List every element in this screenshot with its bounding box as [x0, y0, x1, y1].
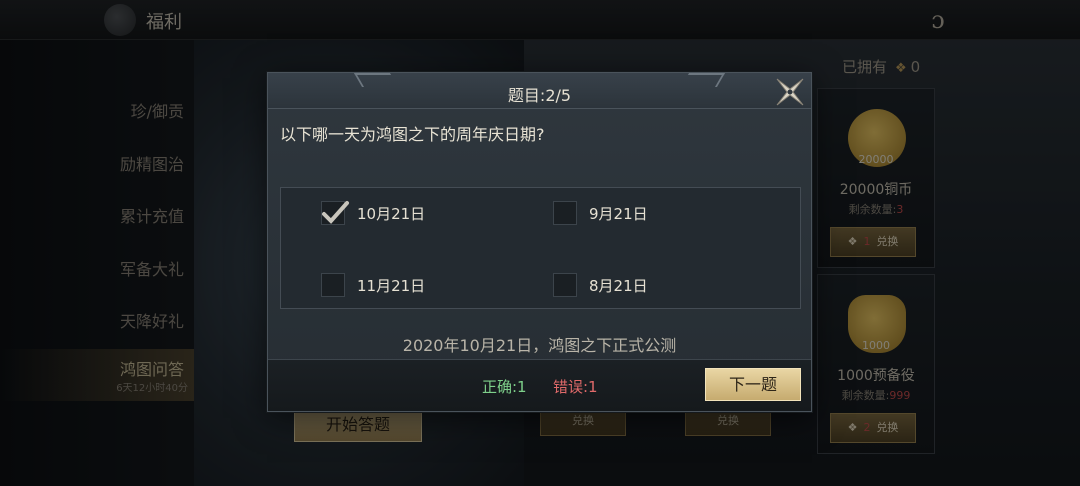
checkbox[interactable]: [321, 273, 345, 297]
options-panel: 10月21日 9月21日 11月21日 8月21日: [280, 187, 801, 309]
answer-option[interactable]: 11月21日: [321, 272, 425, 298]
answer-option[interactable]: 8月21日: [553, 272, 648, 298]
question-text: 以下哪一天为鸿图之下的周年庆日期?: [280, 125, 545, 144]
option-label: 9月21日: [589, 204, 648, 223]
answer-explanation: 2020年10月21日，鸿图之下正式公测: [402, 336, 677, 355]
dialog-footer: 正确:1 错误:1 下一题: [268, 359, 811, 411]
checkbox[interactable]: [553, 201, 577, 225]
wrong-count: 错误:1: [553, 378, 598, 396]
checkmark-icon: [322, 201, 349, 224]
checkbox[interactable]: [553, 273, 577, 297]
answer-option[interactable]: 9月21日: [553, 200, 648, 226]
correct-count: 正确:1: [482, 378, 527, 396]
dialog-header: 题目:2/5: [268, 73, 811, 109]
answer-option[interactable]: 10月21日: [321, 200, 425, 226]
next-question-button[interactable]: 下一题: [705, 368, 801, 401]
option-label: 8月21日: [589, 276, 648, 295]
quiz-dialog: 题目:2/5 以下哪一天为鸿图之下的周年庆日期? 10月21日 9月21日 11…: [267, 72, 812, 412]
option-label: 10月21日: [357, 204, 426, 223]
option-label: 11月21日: [357, 276, 426, 295]
close-icon[interactable]: [773, 75, 807, 109]
dialog-title: 题目:2/5: [507, 86, 572, 105]
checkbox[interactable]: [321, 201, 349, 225]
